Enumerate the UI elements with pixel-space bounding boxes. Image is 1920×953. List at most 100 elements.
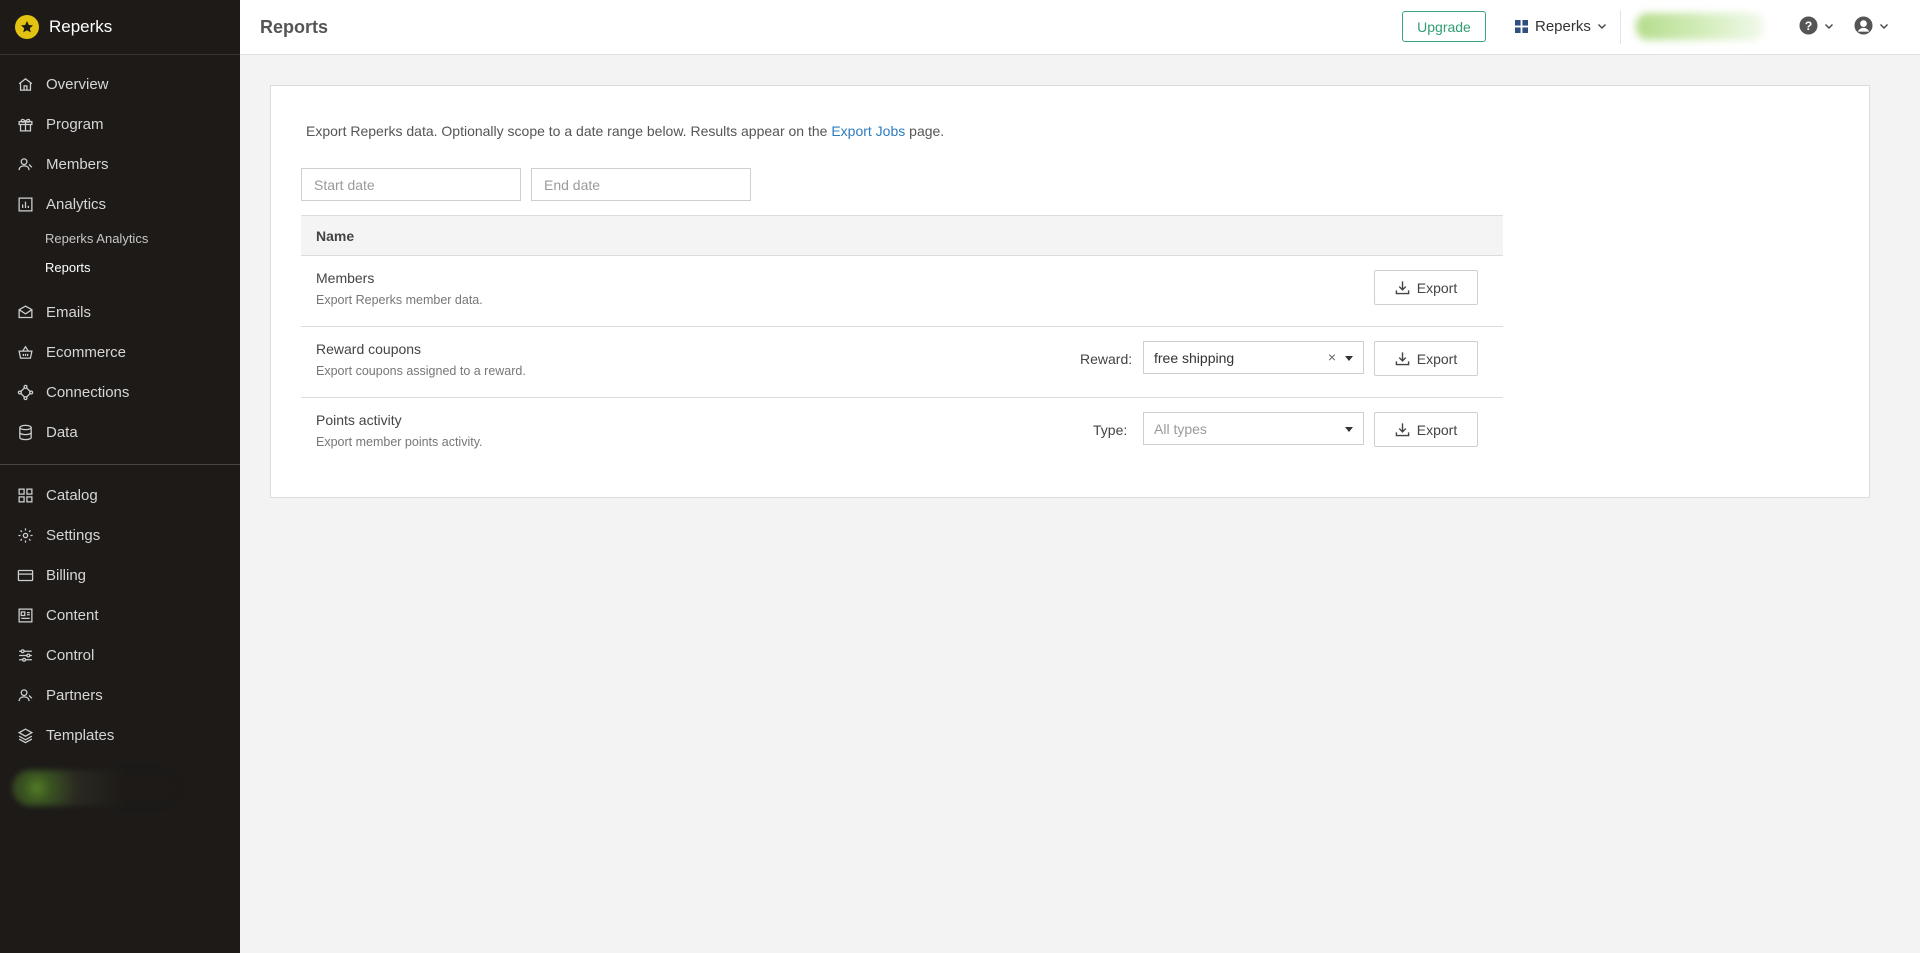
account-icon	[1854, 16, 1873, 35]
sidebar-item-partners[interactable]: Partners	[0, 675, 240, 715]
export-jobs-link[interactable]: Export Jobs	[831, 123, 905, 139]
sidebar-item-label: Overview	[46, 75, 109, 93]
blurred-badge[interactable]	[12, 770, 177, 806]
sidebar-item-label: Catalog	[46, 486, 98, 504]
sidebar-item-label: Content	[46, 606, 99, 624]
sidebar-item-catalog[interactable]: Catalog	[0, 475, 240, 515]
workspace-switcher[interactable]: Reperks	[1515, 14, 1607, 38]
table-row-reward-coupons: Reward coupons Export coupons assigned t…	[301, 327, 1503, 398]
row-description: Export coupons assigned to a reward.	[316, 364, 526, 378]
basket-icon	[18, 345, 33, 359]
row-description: Export member points activity.	[316, 435, 483, 449]
sidebar-item-billing[interactable]: Billing	[0, 555, 240, 595]
table-row-members: Members Export Reperks member data. Expo…	[301, 256, 1503, 327]
star-logo-icon	[15, 15, 39, 39]
intro-text: Export Reperks data. Optionally scope to…	[306, 123, 944, 139]
gear-icon	[18, 527, 33, 543]
home-icon	[18, 77, 33, 91]
top-bar: Reports Upgrade Reperks ?	[240, 0, 1920, 55]
sidebar-item-label: Partners	[46, 686, 103, 704]
brand[interactable]: Reperks	[0, 0, 240, 55]
sidebar-item-program[interactable]: Program	[0, 104, 240, 144]
export-label: Export	[1416, 350, 1458, 367]
svg-text:?: ?	[1805, 19, 1813, 33]
blurred-user-info[interactable]	[1636, 13, 1764, 40]
sidebar-item-label: Program	[46, 115, 104, 133]
type-label: Type:	[1093, 422, 1128, 438]
export-label: Export	[1416, 421, 1458, 438]
sidebar-item-label: Ecommerce	[46, 343, 127, 361]
sidebar-item-data[interactable]: Data	[0, 412, 240, 452]
apps-grid-icon	[1515, 19, 1528, 33]
end-date-input[interactable]	[531, 168, 751, 201]
reward-select[interactable]: free shipping ×	[1143, 341, 1364, 374]
sidebar-subitem-reports[interactable]: Reports	[0, 253, 240, 282]
sidebar-item-members[interactable]: Members	[0, 144, 240, 184]
start-date-input[interactable]	[301, 168, 521, 201]
sidebar-subitem-reperks-analytics[interactable]: Reperks Analytics	[0, 224, 240, 253]
table-header: Name	[301, 215, 1503, 256]
gift-icon	[18, 118, 33, 132]
reports-table: Name Members Export Reperks member data.…	[301, 215, 1503, 469]
upgrade-button[interactable]: Upgrade	[1402, 11, 1486, 42]
sidebar-item-label: Data	[46, 423, 78, 441]
caret-down-icon	[1345, 356, 1353, 361]
sidebar-item-templates[interactable]: Templates	[0, 715, 240, 755]
reward-label: Reward:	[1080, 351, 1133, 367]
chevron-down-icon	[1597, 24, 1606, 29]
clear-icon[interactable]: ×	[1328, 349, 1336, 365]
sidebar-item-analytics[interactable]: Analytics	[0, 184, 240, 224]
help-icon: ?	[1799, 16, 1818, 35]
sidebar-item-emails[interactable]: Emails	[0, 292, 240, 332]
sidebar-item-control[interactable]: Control	[0, 635, 240, 675]
row-description: Export Reperks member data.	[316, 293, 483, 307]
download-icon	[1395, 423, 1410, 437]
layers-icon	[17, 727, 34, 743]
sidebar-item-ecommerce[interactable]: Ecommerce	[0, 332, 240, 372]
intro-text-start: Export Reperks data. Optionally scope to…	[306, 123, 832, 139]
chevron-down-icon	[1825, 23, 1833, 29]
sidebar-item-connections[interactable]: Connections	[0, 372, 240, 412]
intro-text-end: page.	[905, 123, 945, 139]
help-menu[interactable]: ?	[1799, 16, 1834, 35]
sidebar-item-label: Emails	[46, 303, 92, 321]
connections-icon	[17, 384, 34, 400]
sidebar-item-label: Analytics	[46, 195, 107, 213]
chevron-down-icon	[1880, 23, 1888, 29]
export-points-activity-button[interactable]: Export	[1374, 412, 1478, 447]
partners-icon	[18, 688, 33, 701]
column-header-name: Name	[316, 227, 355, 244]
account-menu[interactable]	[1854, 16, 1889, 35]
workspace-label: Reperks	[1535, 17, 1591, 35]
row-title: Points activity	[316, 412, 402, 428]
export-members-button[interactable]: Export	[1374, 270, 1478, 305]
sidebar-item-label: Connections	[46, 383, 130, 401]
credit-card-icon	[17, 569, 34, 581]
download-icon	[1395, 281, 1410, 295]
database-icon	[19, 424, 32, 440]
mail-icon	[18, 304, 33, 318]
sidebar-item-overview[interactable]: Overview	[0, 64, 240, 104]
sidebar-item-content[interactable]: Content	[0, 595, 240, 635]
row-title: Members	[316, 270, 375, 286]
type-select[interactable]: All types	[1143, 412, 1364, 445]
bar-chart-icon	[18, 196, 33, 212]
caret-down-icon	[1345, 427, 1353, 432]
table-row-points-activity: Points activity Export member points act…	[301, 398, 1503, 469]
sliders-icon	[19, 648, 32, 662]
sidebar: Reperks Overview Program Members Analyti…	[0, 0, 240, 953]
export-reward-coupons-button[interactable]: Export	[1374, 341, 1478, 376]
sidebar-item-label: Control	[46, 646, 95, 664]
sidebar-item-label: Members	[46, 155, 109, 173]
header-divider	[1620, 10, 1621, 44]
page-title: Reports	[260, 16, 329, 37]
type-select-placeholder: All types	[1154, 420, 1207, 437]
download-icon	[1395, 352, 1410, 366]
export-label: Export	[1416, 279, 1458, 296]
sidebar-item-label: Templates	[46, 726, 115, 744]
row-title: Reward coupons	[316, 341, 422, 357]
sidebar-item-settings[interactable]: Settings	[0, 515, 240, 555]
sidebar-item-label: Settings	[46, 526, 101, 544]
reports-panel: Export Reperks data. Optionally scope to…	[270, 85, 1870, 498]
sidebar-nav: Overview Program Members Analytics Reper…	[0, 55, 240, 755]
